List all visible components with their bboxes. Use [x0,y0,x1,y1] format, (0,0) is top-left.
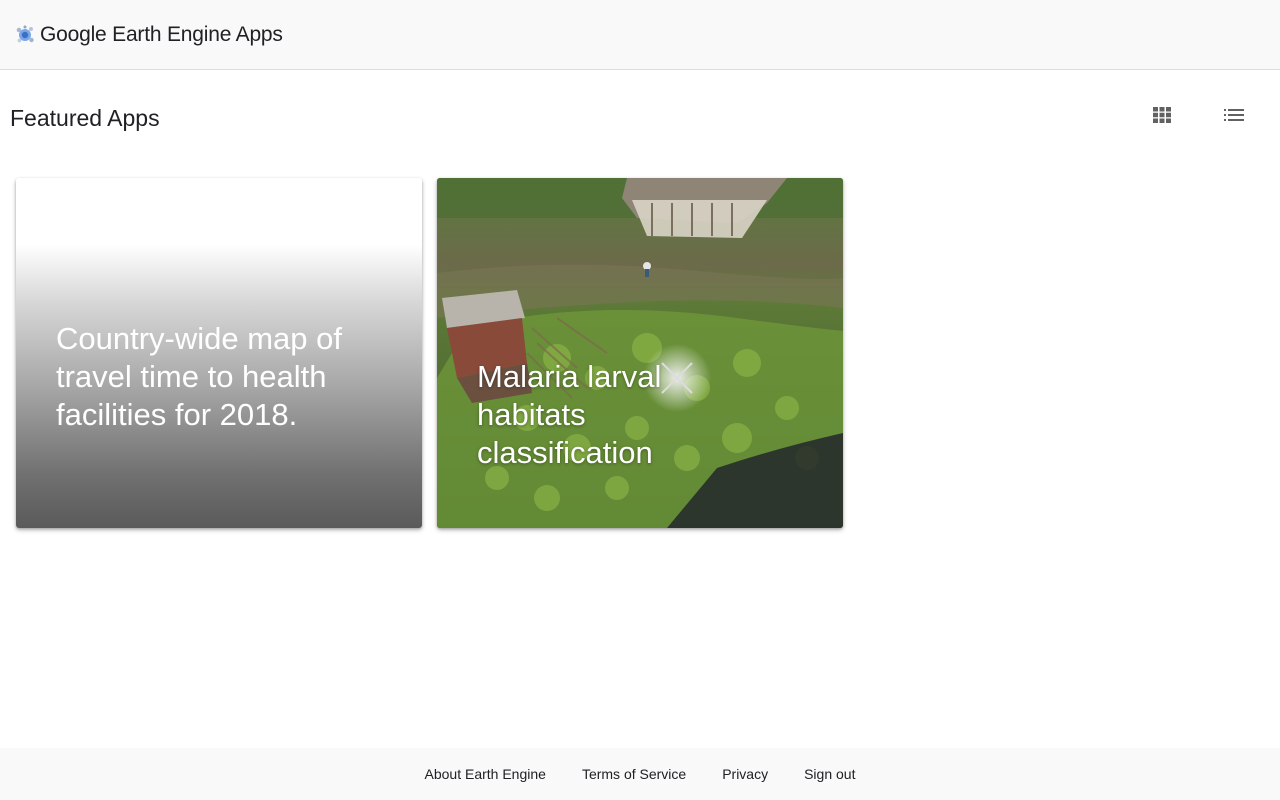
list-view-button[interactable] [1222,105,1246,129]
section-title: Featured Apps [10,105,160,131]
footer-link-privacy[interactable]: Privacy [722,766,768,782]
footer-link-terms[interactable]: Terms of Service [582,766,686,782]
footer: About Earth Engine Terms of Service Priv… [0,748,1280,800]
app-card-malaria-habitats[interactable]: Malaria larval habitats classification [437,178,843,528]
app-title[interactable]: Google Earth Engine Apps [40,23,283,47]
grid-view-button[interactable] [1150,105,1174,129]
top-bar: Google Earth Engine Apps [0,0,1280,70]
footer-link-about[interactable]: About Earth Engine [425,766,546,782]
app-card-travel-time[interactable]: Country-wide map of travel time to healt… [16,178,422,528]
earth-engine-logo-icon[interactable] [14,24,36,46]
card-title: Country-wide map of travel time to healt… [56,321,343,432]
footer-link-sign-out[interactable]: Sign out [804,766,855,782]
grid-view-icon [1153,106,1171,128]
list-view-icon [1224,108,1244,127]
card-background-image [437,178,843,528]
card-title: Malaria larval habitats classification [477,359,662,470]
